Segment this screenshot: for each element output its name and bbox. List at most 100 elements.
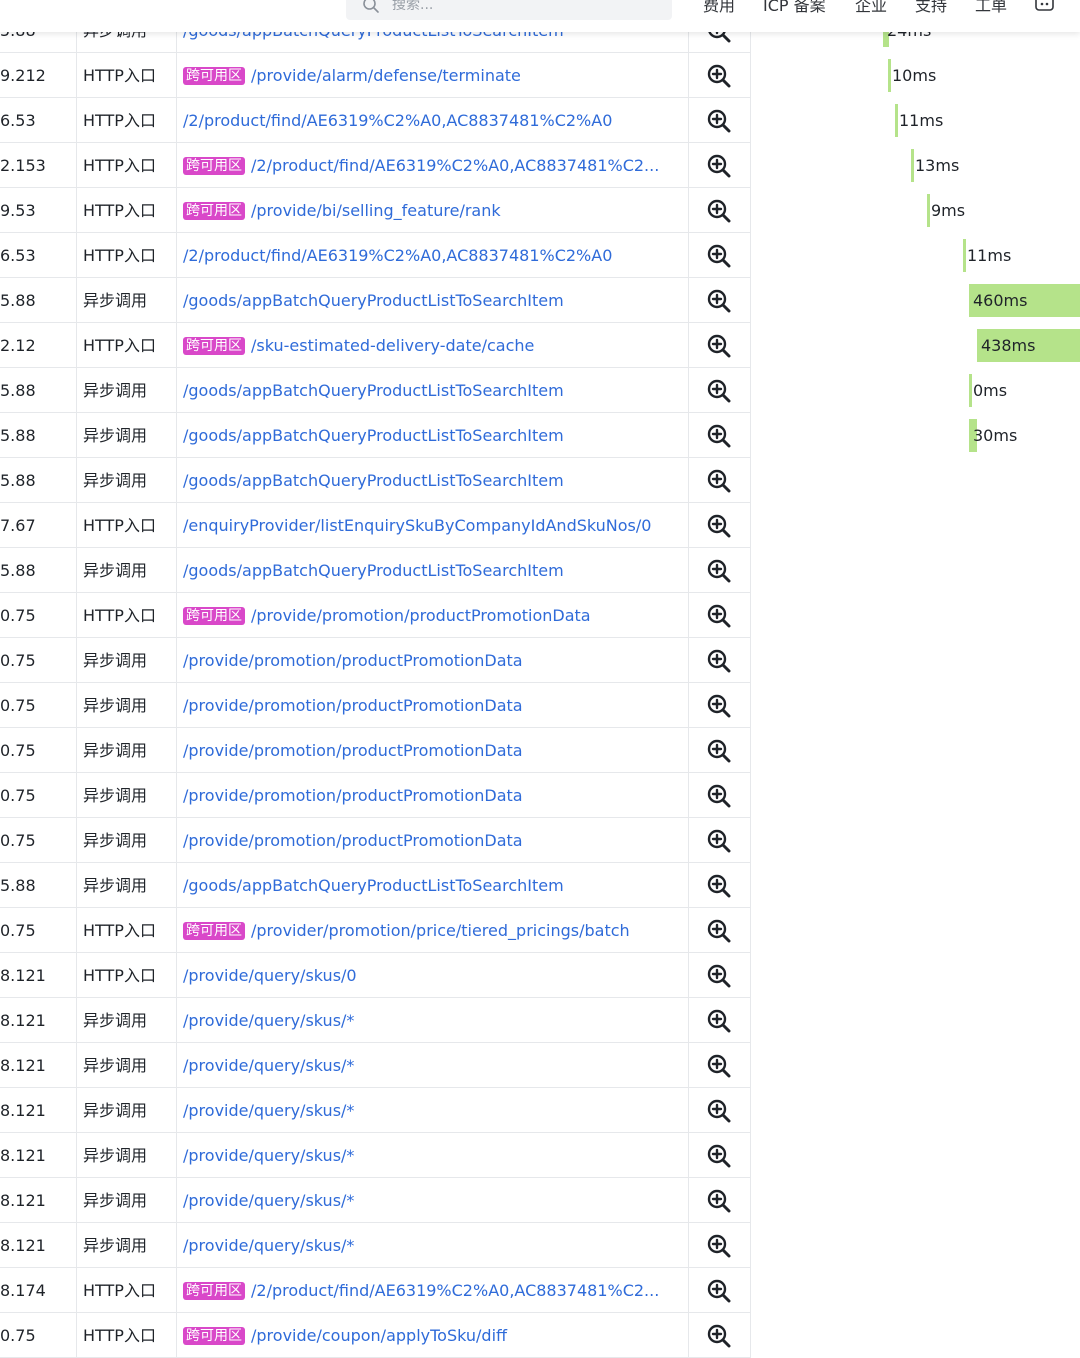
cell-endpoint-link[interactable]: 跨可用区/2/product/find/AE6319%C2%A0,AC88374… bbox=[183, 1268, 683, 1313]
zoom-in-button[interactable] bbox=[707, 1324, 731, 1348]
table-row[interactable]: 5.88 异步调用/goods/appBatchQueryProductListT… bbox=[0, 368, 1080, 413]
zoom-in-button[interactable] bbox=[707, 1054, 731, 1078]
table-row[interactable]: 0.75 HTTP入口 跨可用区/provider/promotion/price/… bbox=[0, 908, 1080, 953]
cell-endpoint-link[interactable]: /provide/query/skus/* bbox=[183, 1223, 683, 1268]
zoom-in-button[interactable] bbox=[707, 604, 731, 628]
cell-endpoint-link[interactable]: /provide/query/skus/* bbox=[183, 1088, 683, 1133]
search-input[interactable]: 搜索... bbox=[346, 0, 672, 20]
table-row[interactable]: 0.75 HTTP入口 跨可用区/provide/coupon/applyToSku… bbox=[0, 1313, 1080, 1358]
cell-number: 0.75 bbox=[0, 786, 36, 805]
cell-endpoint-link[interactable]: /provide/query/skus/* bbox=[183, 1178, 683, 1223]
cell-endpoint-link[interactable]: /goods/appBatchQueryProductListToSearchI… bbox=[183, 458, 683, 503]
column-divider bbox=[750, 773, 751, 818]
cell-endpoint-link[interactable]: 跨可用区/provide/promotion/productPromotionD… bbox=[183, 593, 683, 638]
table-row[interactable]: 7.67 HTTP入口/enquiryProvider/listEnquirySk… bbox=[0, 503, 1080, 548]
table-row[interactable]: 9.53 HTTP入口 跨可用区/provide/bi/selling_featur… bbox=[0, 188, 1080, 233]
table-row[interactable]: 0.75 异步调用/provide/promotion/productPromot… bbox=[0, 773, 1080, 818]
cell-endpoint-link[interactable]: /provide/query/skus/0 bbox=[183, 953, 683, 998]
table-row[interactable]: 6.53 HTTP入口/2/product/find/AE6319%C2%A0,A… bbox=[0, 98, 1080, 143]
table-row[interactable]: 2.12 HTTP入口 跨可用区/sku-estimated-delivery-da… bbox=[0, 323, 1080, 368]
zoom-in-button[interactable] bbox=[707, 1234, 731, 1258]
cell-endpoint-link[interactable]: /goods/appBatchQueryProductListToSearchI… bbox=[183, 863, 683, 908]
zoom-in-button[interactable] bbox=[707, 919, 731, 943]
table-row[interactable]: 5.88 异步调用/goods/appBatchQueryProductListT… bbox=[0, 413, 1080, 458]
cell-endpoint-link[interactable]: /goods/appBatchQueryProductListToSearchI… bbox=[183, 413, 683, 458]
table-row[interactable]: 8.121 异步调用/provide/query/skus/* bbox=[0, 1088, 1080, 1133]
nav-icp-filing[interactable]: ICP 备案 bbox=[763, 0, 826, 16]
zoom-in-button[interactable] bbox=[707, 1009, 731, 1033]
zoom-in-button[interactable] bbox=[707, 649, 731, 673]
cell-endpoint-link[interactable]: /goods/appBatchQueryProductListToSearchI… bbox=[183, 548, 683, 593]
zoom-in-button[interactable] bbox=[707, 289, 731, 313]
table-row[interactable]: 0.75 HTTP入口 跨可用区/provide/promotion/product… bbox=[0, 593, 1080, 638]
zoom-in-button[interactable] bbox=[707, 1099, 731, 1123]
table-row[interactable]: 5.88 异步调用/goods/appBatchQueryProductListT… bbox=[0, 278, 1080, 323]
table-row[interactable]: 9.212 HTTP入口 跨可用区/provide/alarm/defense/te… bbox=[0, 53, 1080, 98]
zoom-in-button[interactable] bbox=[707, 784, 731, 808]
zoom-in-button[interactable] bbox=[707, 199, 731, 223]
column-divider bbox=[176, 953, 177, 998]
zoom-in-button[interactable] bbox=[707, 154, 731, 178]
cell-endpoint-link[interactable]: /2/product/find/AE6319%C2%A0,AC8837481%C… bbox=[183, 98, 683, 143]
zoom-in-button[interactable] bbox=[707, 469, 731, 493]
cell-endpoint-link[interactable]: /provide/promotion/productPromotionData bbox=[183, 683, 683, 728]
nav-ticket[interactable]: 工单 bbox=[975, 0, 1007, 16]
zoom-in-button[interactable] bbox=[707, 1144, 731, 1168]
cell-endpoint-link[interactable]: /goods/appBatchQueryProductListToSearchI… bbox=[183, 368, 683, 413]
zoom-in-button[interactable] bbox=[707, 109, 731, 133]
table-row[interactable]: 0.75 异步调用/provide/promotion/productPromot… bbox=[0, 683, 1080, 728]
table-row[interactable]: 5.88 异步调用/goods/appBatchQueryProductListT… bbox=[0, 548, 1080, 593]
nav-support[interactable]: 支持 bbox=[915, 0, 947, 16]
cell-endpoint-link[interactable]: 跨可用区/provide/bi/selling_feature/rank bbox=[183, 188, 683, 233]
table-row[interactable]: 5.88 异步调用/goods/appBatchQueryProductListT… bbox=[0, 863, 1080, 908]
nav-expense[interactable]: 费用 bbox=[703, 0, 735, 16]
zoom-in-button[interactable] bbox=[707, 244, 731, 268]
table-row[interactable]: 6.53 HTTP入口/2/product/find/AE6319%C2%A0,A… bbox=[0, 233, 1080, 278]
cell-endpoint-link[interactable]: 跨可用区/sku-estimated-delivery-date/cache bbox=[183, 323, 683, 368]
zoom-in-button[interactable] bbox=[707, 874, 731, 898]
table-row[interactable]: 0.75 异步调用/provide/promotion/productPromot… bbox=[0, 638, 1080, 683]
zoom-in-button[interactable] bbox=[707, 1189, 731, 1213]
table-row[interactable]: 0.75 异步调用/provide/promotion/productPromot… bbox=[0, 728, 1080, 773]
cell-endpoint-link[interactable]: /goods/appBatchQueryProductListToSearchI… bbox=[183, 278, 683, 323]
zoom-in-button[interactable] bbox=[707, 694, 731, 718]
column-divider bbox=[688, 1133, 689, 1178]
zoom-in-button[interactable] bbox=[707, 739, 731, 763]
cell-endpoint-link[interactable]: 跨可用区/provide/alarm/defense/terminate bbox=[183, 53, 683, 98]
table-row[interactable]: 8.121 异步调用/provide/query/skus/* bbox=[0, 1178, 1080, 1223]
zoom-in-button[interactable] bbox=[707, 829, 731, 853]
cell-endpoint-link[interactable]: 跨可用区/2/product/find/AE6319%C2%A0,AC88374… bbox=[183, 143, 683, 188]
endpoint-path: /provide/query/skus/* bbox=[183, 1191, 355, 1210]
cell-endpoint-link[interactable]: /provide/promotion/productPromotionData bbox=[183, 728, 683, 773]
table-row[interactable]: 0.75 异步调用/provide/promotion/productPromot… bbox=[0, 818, 1080, 863]
cell-endpoint-link[interactable]: /enquiryProvider/listEnquirySkuByCompany… bbox=[183, 503, 683, 548]
zoom-in-button[interactable] bbox=[707, 64, 731, 88]
zoom-in-button[interactable] bbox=[707, 424, 731, 448]
column-divider bbox=[76, 503, 77, 548]
notification-icon[interactable] bbox=[1034, 0, 1056, 14]
cell-endpoint-link[interactable]: /provide/query/skus/* bbox=[183, 1043, 683, 1088]
cell-endpoint-link[interactable]: /provide/promotion/productPromotionData bbox=[183, 773, 683, 818]
table-row[interactable]: 8.121 异步调用/provide/query/skus/* bbox=[0, 998, 1080, 1043]
nav-enterprise[interactable]: 企业 bbox=[855, 0, 887, 16]
zoom-in-button[interactable] bbox=[707, 514, 731, 538]
table-row[interactable]: 8.121 HTTP入口/provide/query/skus/0 bbox=[0, 953, 1080, 998]
table-row[interactable]: 8.174 HTTP入口 跨可用区/2/product/find/AE6319%C2… bbox=[0, 1268, 1080, 1313]
zoom-in-button[interactable] bbox=[707, 964, 731, 988]
zoom-in-button[interactable] bbox=[707, 1279, 731, 1303]
cell-endpoint-link[interactable]: /provide/promotion/productPromotionData bbox=[183, 638, 683, 683]
zoom-in-button[interactable] bbox=[707, 379, 731, 403]
cell-endpoint-link[interactable]: /provide/query/skus/* bbox=[183, 998, 683, 1043]
cell-endpoint-link[interactable]: 跨可用区/provide/coupon/applyToSku/diff bbox=[183, 1313, 683, 1358]
cell-endpoint-link[interactable]: /provide/query/skus/* bbox=[183, 1133, 683, 1178]
table-row[interactable]: 5.88 异步调用/goods/appBatchQueryProductListT… bbox=[0, 458, 1080, 503]
table-row[interactable]: 2.153 HTTP入口 跨可用区/2/product/find/AE6319%C2… bbox=[0, 143, 1080, 188]
cell-endpoint-link[interactable]: 跨可用区/provider/promotion/price/tiered_pri… bbox=[183, 908, 683, 953]
zoom-in-button[interactable] bbox=[707, 559, 731, 583]
table-row[interactable]: 8.121 异步调用/provide/query/skus/* bbox=[0, 1133, 1080, 1178]
cell-endpoint-link[interactable]: /2/product/find/AE6319%C2%A0,AC8837481%C… bbox=[183, 233, 683, 278]
zoom-in-button[interactable] bbox=[707, 334, 731, 358]
cell-endpoint-link[interactable]: /provide/promotion/productPromotionData bbox=[183, 818, 683, 863]
table-row[interactable]: 8.121 异步调用/provide/query/skus/* bbox=[0, 1043, 1080, 1088]
table-row[interactable]: 8.121 异步调用/provide/query/skus/* bbox=[0, 1223, 1080, 1268]
